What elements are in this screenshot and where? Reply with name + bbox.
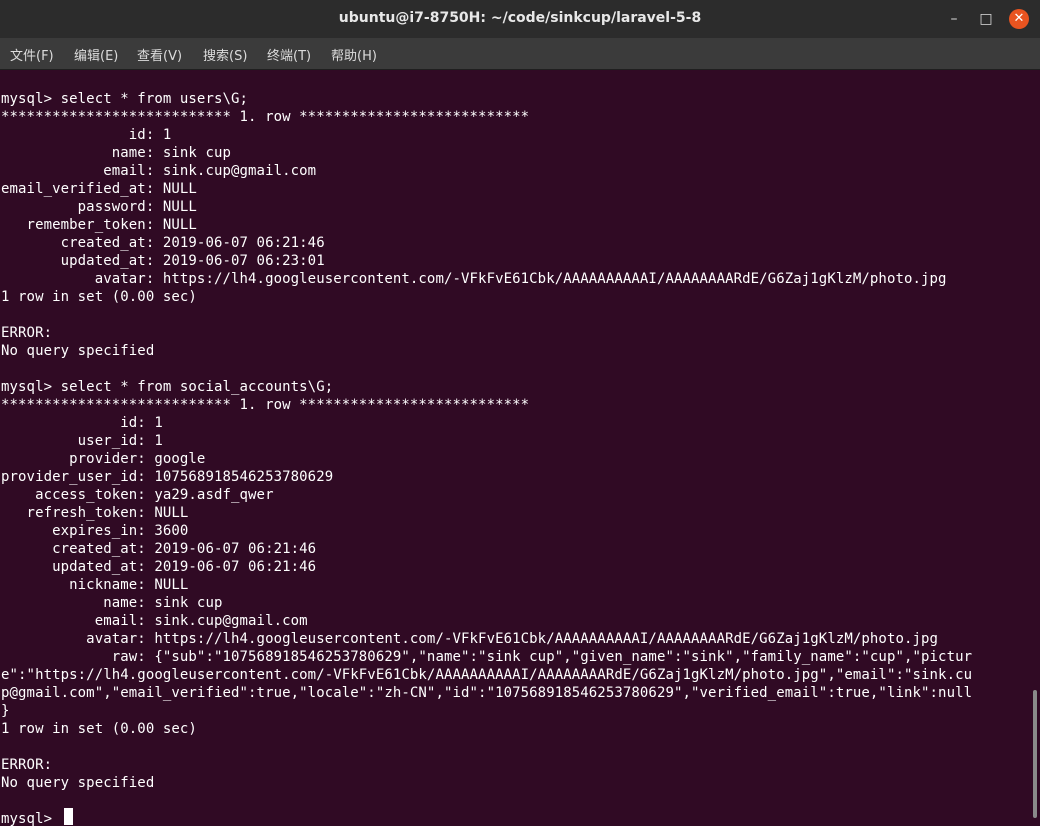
terminal-window: ubuntu@i7-8750H: ~/code/sinkcup/laravel-…	[0, 0, 1040, 826]
terminal-line: email: sink.cup@gmail.com	[1, 613, 308, 629]
terminal-line: provider: google	[1, 451, 206, 467]
terminal-line: *************************** 1. row *****…	[1, 397, 530, 413]
menu-file[interactable]: 文件(F)	[10, 45, 54, 64]
vertical-scrollbar[interactable]	[1030, 70, 1040, 826]
terminal-line: name: sink cup	[1, 595, 223, 611]
menu-help[interactable]: 帮助(H)	[331, 45, 377, 64]
menu-edit[interactable]: 编辑(E)	[74, 45, 118, 64]
terminal-line: ERROR:	[1, 325, 53, 341]
terminal-line: p@gmail.com","email_verified":true,"loca…	[1, 685, 973, 701]
terminal-line: updated_at: 2019-06-07 06:21:46	[1, 559, 317, 575]
menu-view[interactable]: 查看(V)	[137, 45, 182, 64]
terminal-line: 1 row in set (0.00 sec)	[1, 289, 197, 305]
terminal-line: mysql> select * from social_accounts\G;	[1, 379, 334, 395]
terminal-line: avatar: https://lh4.googleusercontent.co…	[1, 271, 947, 287]
terminal-line: updated_at: 2019-06-07 06:23:01	[1, 253, 325, 269]
terminal-line: e":"https://lh4.googleusercontent.com/-V…	[1, 667, 973, 683]
terminal-line: name: sink cup	[1, 145, 232, 161]
terminal-line: mysql> select * from users\G;	[1, 91, 249, 107]
terminal-line: created_at: 2019-06-07 06:21:46	[1, 235, 325, 251]
terminal-line: expires_in: 3600	[1, 523, 189, 539]
maximize-icon[interactable]: □	[976, 9, 996, 29]
terminal-line: avatar: https://lh4.googleusercontent.co…	[1, 631, 939, 647]
terminal-line: user_id: 1	[1, 433, 163, 449]
terminal-line: provider_user_id: 107568918546253780629	[1, 469, 334, 485]
scrollbar-thumb[interactable]	[1033, 690, 1037, 818]
terminal-line: email_verified_at: NULL	[1, 181, 197, 197]
menu-terminal[interactable]: 终端(T)	[267, 45, 311, 64]
terminal-line: No query specified	[1, 775, 155, 791]
terminal-line: ERROR:	[1, 757, 53, 773]
terminal-line: No query specified	[1, 343, 155, 359]
terminal-line: id: 1	[1, 415, 163, 431]
terminal-line: email: sink.cup@gmail.com	[1, 163, 317, 179]
terminal-line: raw: {"sub":"107568918546253780629","nam…	[1, 649, 973, 665]
terminal-line: refresh_token: NULL	[1, 505, 189, 521]
close-icon[interactable]: ✕	[1009, 9, 1029, 29]
terminal-output[interactable]: mysql> select * from users\G; ***********…	[0, 70, 1030, 826]
terminal-line: created_at: 2019-06-07 06:21:46	[1, 541, 317, 557]
terminal-line: remember_token: NULL	[1, 217, 197, 233]
terminal-line: mysql>	[1, 811, 61, 826]
terminal-line: *************************** 1. row *****…	[1, 109, 530, 125]
window-title: ubuntu@i7-8750H: ~/code/sinkcup/laravel-…	[338, 10, 702, 26]
terminal-line: access_token: ya29.asdf_qwer	[1, 487, 274, 503]
terminal-line: id: 1	[1, 127, 172, 143]
menu-bar: 文件(F) 编辑(E) 查看(V) 搜索(S) 终端(T) 帮助(H)	[0, 38, 1040, 70]
terminal-line: password: NULL	[1, 199, 197, 215]
terminal-line: 1 row in set (0.00 sec)	[1, 721, 197, 737]
text-cursor	[64, 808, 73, 825]
terminal-line: nickname: NULL	[1, 577, 189, 593]
terminal-line: }	[1, 703, 10, 719]
title-bar[interactable]: ubuntu@i7-8750H: ~/code/sinkcup/laravel-…	[0, 0, 1040, 38]
menu-search[interactable]: 搜索(S)	[203, 45, 247, 64]
minimize-icon[interactable]: –	[944, 9, 964, 29]
